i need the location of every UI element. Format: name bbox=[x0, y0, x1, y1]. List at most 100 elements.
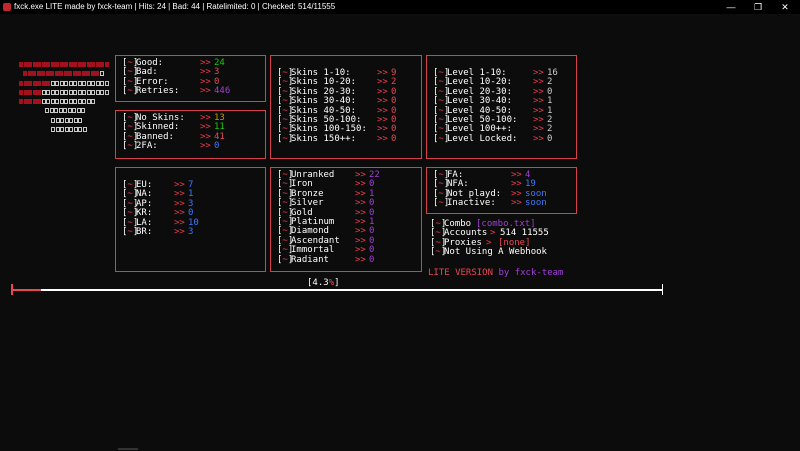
logo-cell bbox=[19, 99, 23, 104]
logo-cell bbox=[91, 81, 95, 86]
logo-cell bbox=[86, 90, 91, 95]
logo-cell bbox=[51, 118, 55, 123]
row-value: 446 bbox=[214, 86, 231, 97]
logo-cell bbox=[90, 71, 95, 76]
logo-cell bbox=[68, 99, 73, 104]
row-label: BR: bbox=[136, 226, 153, 237]
arrow: >> bbox=[200, 141, 211, 152]
logo-cell bbox=[55, 127, 60, 132]
logo-line-5 bbox=[19, 99, 96, 104]
row-label: Skins 150++: bbox=[291, 133, 357, 144]
logo-cell bbox=[55, 62, 59, 67]
logo-cell bbox=[73, 90, 77, 95]
progress-start-cap bbox=[11, 284, 13, 295]
logo-cell bbox=[45, 71, 50, 76]
list-row: [~] Level Locked: >> 0 bbox=[433, 133, 570, 144]
logo-cell bbox=[23, 81, 28, 86]
row-label: Retries: bbox=[136, 86, 180, 97]
rank-list: [~] Unranked >> 22 [~] Iron >> 0 [~] Bronze >> 1 [~]… bbox=[277, 170, 415, 265]
logo-cell bbox=[37, 62, 41, 67]
webhook-status: Not Using A Webhook bbox=[444, 247, 547, 258]
logo-cell bbox=[45, 108, 49, 113]
logo-cell bbox=[64, 99, 68, 104]
logo-cell bbox=[54, 71, 59, 76]
arrow: >> bbox=[200, 86, 211, 97]
logo-cell bbox=[76, 108, 81, 113]
logo-cell bbox=[99, 71, 104, 76]
progress-end-cap bbox=[661, 284, 663, 295]
logo-cell bbox=[64, 81, 68, 86]
row-label: 2FA: bbox=[136, 141, 158, 152]
logo-cell bbox=[95, 90, 100, 95]
logo-cell bbox=[81, 108, 85, 113]
maximize-button[interactable]: ❐ bbox=[745, 0, 771, 14]
list-row: [~] Retries: >> 446 bbox=[122, 86, 259, 97]
logo-cell bbox=[68, 90, 73, 95]
logo-cell bbox=[46, 81, 50, 86]
info-panel: [~] Combo [combo.txt] [~] Accounts > 514… bbox=[430, 219, 549, 258]
close-button[interactable]: ✕ bbox=[772, 0, 798, 14]
logo-cell bbox=[32, 99, 37, 104]
logo-cell bbox=[77, 90, 82, 95]
logo-cell bbox=[55, 90, 59, 95]
logo-cell bbox=[86, 99, 91, 104]
logo-cell bbox=[69, 118, 73, 123]
logo-cell bbox=[46, 62, 50, 67]
logo-cell bbox=[28, 81, 32, 86]
logo-cell bbox=[32, 81, 37, 86]
logo-cell bbox=[32, 90, 37, 95]
app-icon bbox=[3, 3, 11, 11]
logo-cell bbox=[58, 108, 63, 113]
logo-cell bbox=[77, 71, 81, 76]
region-list: [~] EU: >> 7 [~] NA: >> 1 [~] AP: >> 3 [~] KR: >> 0 [~] L… bbox=[122, 180, 259, 237]
level-list: [~] Level 1-10: >> 16 [~] Level 10-20: >> 2 [~] L… bbox=[433, 68, 570, 144]
logo-cell bbox=[77, 99, 82, 104]
logo-cell bbox=[59, 99, 64, 104]
logo-cell bbox=[19, 81, 23, 86]
logo-cell bbox=[41, 62, 46, 67]
row-label: Radiant bbox=[291, 254, 329, 265]
row-value: 3 bbox=[188, 226, 194, 237]
webhook-row: [~] Not Using A Webhook bbox=[430, 247, 547, 258]
logo-cell bbox=[95, 62, 100, 67]
logo-line-3 bbox=[19, 81, 109, 86]
row-value: 0 bbox=[391, 133, 397, 144]
logo-cell bbox=[63, 71, 68, 76]
stats-box: [~] Good: >> 24 [~] Bad: >> 3 [~] Error: >> 0 [~] Ret… bbox=[115, 55, 266, 102]
logo-cell bbox=[19, 62, 23, 67]
logo-cell bbox=[41, 99, 46, 104]
logo-cell bbox=[91, 99, 95, 104]
row-label: Level Locked: bbox=[447, 133, 518, 144]
logo-cell bbox=[68, 81, 73, 86]
stats-list: [~] Good: >> 24 [~] Bad: >> 3 [~] Error: >> 0 [~] Ret… bbox=[122, 58, 259, 97]
logo-cell bbox=[63, 108, 67, 113]
logo-cell bbox=[50, 81, 55, 86]
logo-cell bbox=[73, 62, 77, 67]
arrow: >> bbox=[174, 226, 185, 237]
logo-cell bbox=[73, 81, 77, 86]
logo-cell bbox=[78, 118, 82, 123]
logo-cell bbox=[59, 62, 64, 67]
logo-cell bbox=[50, 99, 55, 104]
arrow: >> bbox=[355, 254, 366, 265]
row-label: Inactive: bbox=[447, 198, 496, 209]
minimize-button[interactable]: — bbox=[718, 0, 744, 14]
list-row: [~] Inactive: >> soon bbox=[433, 198, 570, 209]
logo-cell bbox=[72, 108, 76, 113]
row-value: 0 bbox=[369, 254, 375, 265]
logo-cell bbox=[68, 62, 73, 67]
logo-line-7 bbox=[51, 118, 83, 123]
logo-cell bbox=[68, 71, 72, 76]
title-bar: fxck.exe LITE made by fxck-team | Hits: … bbox=[0, 0, 800, 14]
logo-cell bbox=[59, 90, 64, 95]
progress-label: [4.3%] bbox=[307, 278, 340, 288]
logo-cell bbox=[69, 127, 73, 132]
logo-cell bbox=[86, 81, 91, 86]
logo-cell bbox=[86, 62, 91, 67]
logo-cell bbox=[50, 90, 55, 95]
logo-cell bbox=[73, 118, 78, 123]
logo-cell bbox=[100, 90, 104, 95]
logo-cell bbox=[82, 99, 86, 104]
lite-version-text: LITE VERSION by fxck-team bbox=[428, 268, 564, 278]
row-value: soon bbox=[525, 198, 547, 209]
